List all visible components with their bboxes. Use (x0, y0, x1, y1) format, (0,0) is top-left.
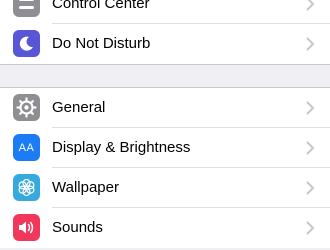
chevron-right-icon (306, 221, 315, 235)
settings-row-control-center[interactable]: Control Center (0, 0, 330, 24)
settings-group-2: General AA Display & Brightness Wallpape… (0, 87, 330, 248)
text-size-icon-glyph: AA (18, 141, 35, 154)
chevron-right-icon (306, 101, 315, 115)
chevron-right-icon (306, 181, 315, 195)
settings-row-label: General (52, 99, 106, 116)
settings-group-1: Control Center Do Not Disturb (0, 0, 330, 65)
settings-row-label: Wallpaper (52, 179, 119, 196)
chevron-right-icon (306, 37, 315, 51)
settings-row-do-not-disturb[interactable]: Do Not Disturb (0, 24, 330, 64)
speaker-icon (13, 214, 40, 241)
chevron-right-icon (306, 141, 315, 155)
settings-row-general[interactable]: General (0, 88, 330, 128)
text-size-icon: AA (13, 134, 40, 161)
settings-row-label: Control Center (52, 0, 150, 12)
settings-row-wallpaper[interactable]: Wallpaper (0, 168, 330, 208)
moon-icon (13, 30, 40, 57)
switches-icon (13, 0, 40, 17)
settings-row-sounds[interactable]: Sounds (0, 208, 330, 248)
gear-icon (13, 94, 40, 121)
chevron-right-icon (306, 0, 315, 11)
flower-icon (13, 174, 40, 201)
settings-row-display-brightness[interactable]: AA Display & Brightness (0, 128, 330, 168)
settings-row-label: Sounds (52, 219, 103, 236)
settings-row-label: Do Not Disturb (52, 35, 151, 52)
settings-row-label: Display & Brightness (52, 139, 191, 156)
